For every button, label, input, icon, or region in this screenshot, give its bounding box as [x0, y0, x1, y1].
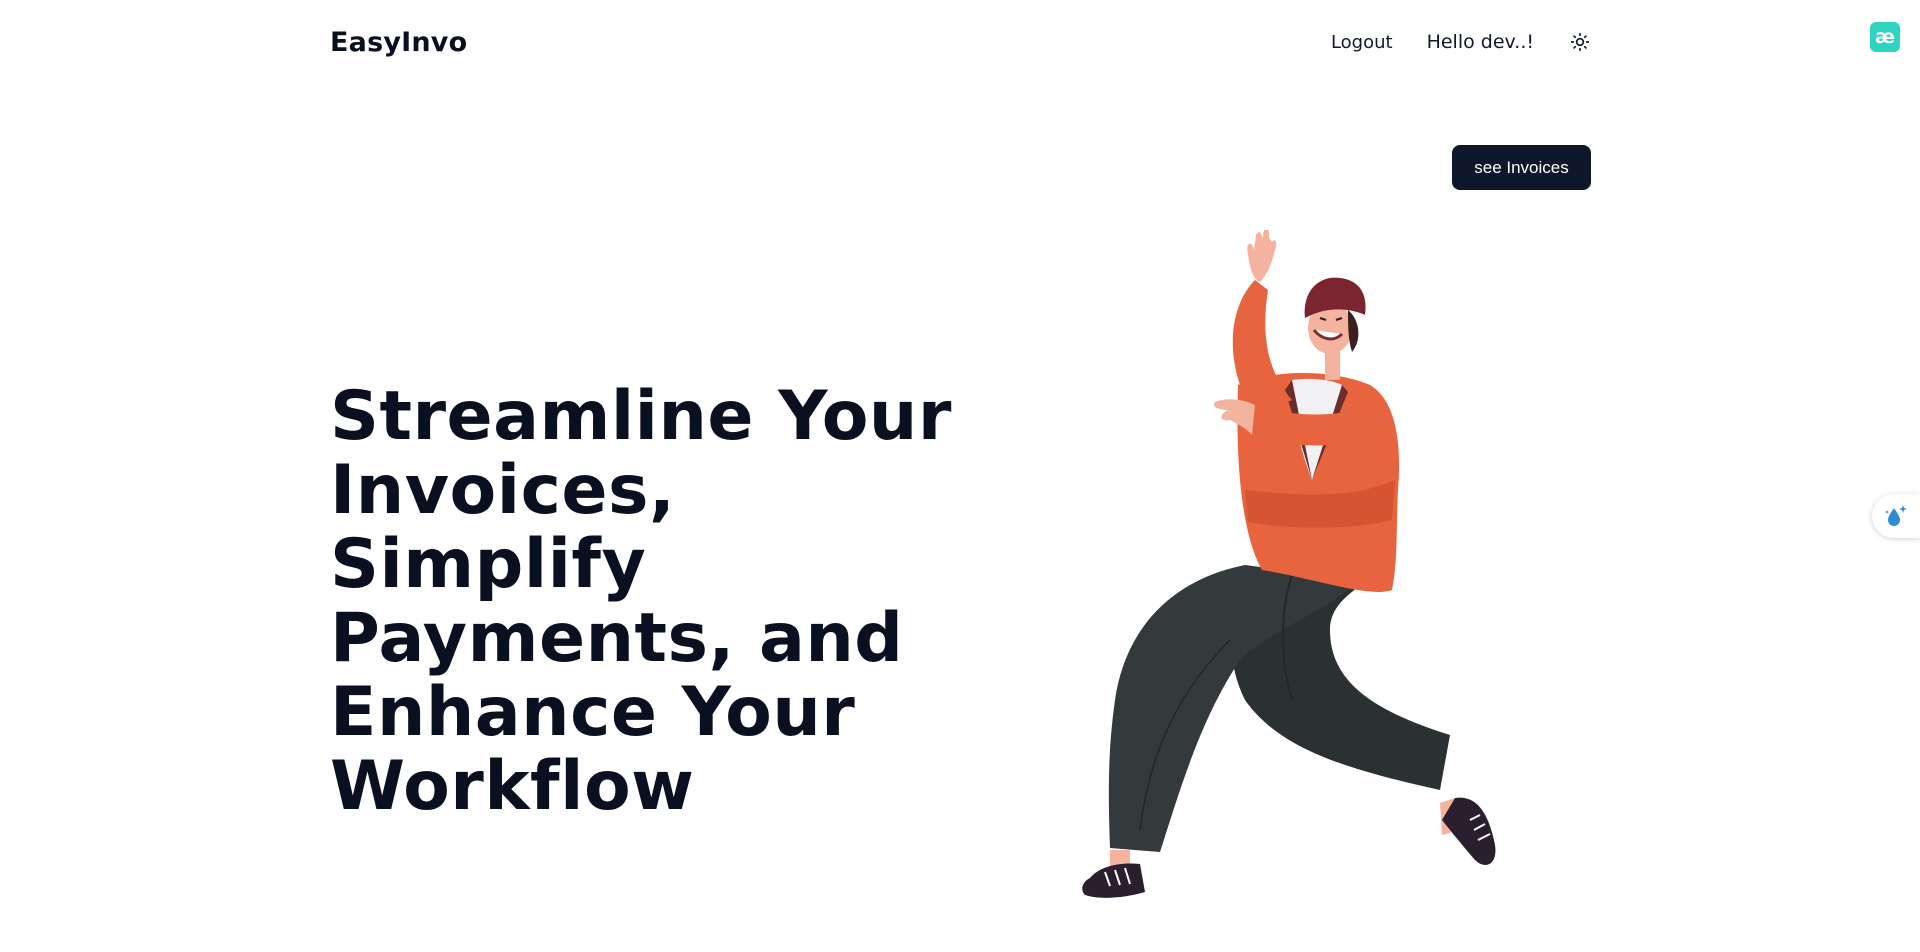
page: EasyInvo Logout Hello dev..! see Invoice… [0, 0, 1920, 952]
logout-link[interactable]: Logout [1331, 32, 1393, 53]
extension-icon[interactable]: æ [1870, 22, 1900, 52]
nav-links: Logout Hello dev..! [1331, 30, 1592, 54]
brand-logo[interactable]: EasyInvo [330, 27, 467, 58]
see-invoices-button[interactable]: see Invoices [1452, 145, 1591, 190]
top-navbar: EasyInvo Logout Hello dev..! [330, 22, 1592, 62]
sparkle-drop-icon[interactable] [1872, 494, 1920, 538]
sun-icon[interactable] [1568, 30, 1592, 54]
hero-title: Streamline Your Invoices, Simplify Payme… [330, 377, 952, 826]
user-greeting: Hello dev..! [1426, 31, 1534, 53]
dancing-person-illustration [1082, 230, 1496, 898]
